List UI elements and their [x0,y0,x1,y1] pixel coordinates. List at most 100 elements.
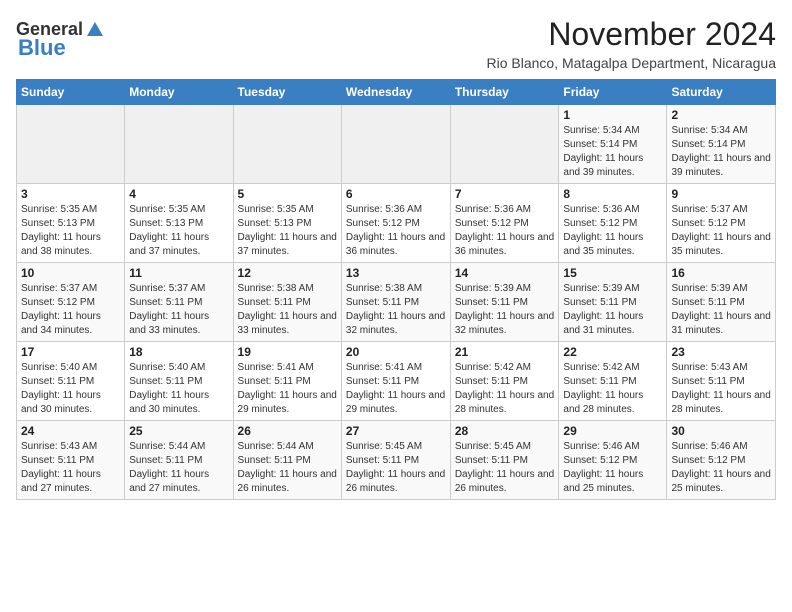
calendar-week-row: 1 Sunrise: 5:34 AM Sunset: 5:14 PM Daylig… [17,105,776,184]
cell-text: Sunrise: 5:39 AM Sunset: 5:11 PM Dayligh… [671,283,770,336]
calendar-cell: 5 Sunrise: 5:35 AM Sunset: 5:13 PM Daylig… [233,184,341,263]
day-number: 28 [455,424,555,438]
cell-text: Sunrise: 5:43 AM Sunset: 5:11 PM Dayligh… [21,441,101,494]
day-number: 11 [129,266,228,280]
day-number: 12 [238,266,337,280]
day-number: 8 [563,187,662,201]
weekday-header-monday: Monday [125,80,233,105]
calendar-cell: 14 Sunrise: 5:39 AM Sunset: 5:11 PM Dayli… [450,263,559,342]
day-number: 9 [671,187,771,201]
cell-text: Sunrise: 5:45 AM Sunset: 5:11 PM Dayligh… [455,441,554,494]
calendar-cell: 22 Sunrise: 5:42 AM Sunset: 5:11 PM Dayli… [559,342,667,421]
cell-text: Sunrise: 5:38 AM Sunset: 5:11 PM Dayligh… [238,283,337,336]
calendar-cell: 28 Sunrise: 5:45 AM Sunset: 5:11 PM Dayli… [450,421,559,500]
day-number: 5 [238,187,337,201]
calendar-week-row: 24 Sunrise: 5:43 AM Sunset: 5:11 PM Dayli… [17,421,776,500]
weekday-header-friday: Friday [559,80,667,105]
calendar-cell: 11 Sunrise: 5:37 AM Sunset: 5:11 PM Dayli… [125,263,233,342]
calendar-cell [17,105,125,184]
cell-text: Sunrise: 5:41 AM Sunset: 5:11 PM Dayligh… [238,362,337,415]
day-number: 3 [21,187,120,201]
title-area: November 2024 Rio Blanco, Matagalpa Depa… [487,16,777,71]
cell-text: Sunrise: 5:43 AM Sunset: 5:11 PM Dayligh… [671,362,770,415]
day-number: 1 [563,108,662,122]
day-number: 30 [671,424,771,438]
calendar-cell: 19 Sunrise: 5:41 AM Sunset: 5:11 PM Dayli… [233,342,341,421]
day-number: 19 [238,345,337,359]
logo: General Blue [16,20,105,60]
calendar-cell [125,105,233,184]
cell-text: Sunrise: 5:44 AM Sunset: 5:11 PM Dayligh… [238,441,337,494]
day-number: 15 [563,266,662,280]
calendar-table: SundayMondayTuesdayWednesdayThursdayFrid… [16,79,776,500]
cell-text: Sunrise: 5:38 AM Sunset: 5:11 PM Dayligh… [346,283,445,336]
weekday-header-saturday: Saturday [667,80,776,105]
location-subtitle: Rio Blanco, Matagalpa Department, Nicara… [487,55,777,71]
cell-text: Sunrise: 5:41 AM Sunset: 5:11 PM Dayligh… [346,362,445,415]
day-number: 2 [671,108,771,122]
day-number: 27 [346,424,446,438]
weekday-header-sunday: Sunday [17,80,125,105]
day-number: 23 [671,345,771,359]
calendar-cell: 7Sunrise: 5:36 AM Sunset: 5:12 PM Daylig… [450,184,559,263]
cell-text: Sunrise: 5:44 AM Sunset: 5:11 PM Dayligh… [129,441,209,494]
calendar-cell [233,105,341,184]
calendar-cell: 29 Sunrise: 5:46 AM Sunset: 5:12 PM Dayli… [559,421,667,500]
calendar-cell: 17 Sunrise: 5:40 AM Sunset: 5:11 PM Dayli… [17,342,125,421]
day-number: 16 [671,266,771,280]
calendar-cell: 10 Sunrise: 5:37 AM Sunset: 5:12 PM Dayli… [17,263,125,342]
day-number: 18 [129,345,228,359]
calendar-cell: 4Sunrise: 5:35 AM Sunset: 5:13 PM Daylig… [125,184,233,263]
day-number: 21 [455,345,555,359]
cell-text: Sunrise: 5:36 AM Sunset: 5:12 PM Dayligh… [563,204,643,257]
calendar-cell: 18Sunrise: 5:40 AM Sunset: 5:11 PM Dayli… [125,342,233,421]
calendar-cell: 2 Sunrise: 5:34 AM Sunset: 5:14 PM Daylig… [667,105,776,184]
calendar-cell [450,105,559,184]
calendar-cell: 26 Sunrise: 5:44 AM Sunset: 5:11 PM Dayli… [233,421,341,500]
calendar-cell: 3 Sunrise: 5:35 AM Sunset: 5:13 PM Daylig… [17,184,125,263]
logo-icon [85,20,105,40]
day-number: 20 [346,345,446,359]
calendar-cell: 23 Sunrise: 5:43 AM Sunset: 5:11 PM Dayli… [667,342,776,421]
calendar-week-row: 3 Sunrise: 5:35 AM Sunset: 5:13 PM Daylig… [17,184,776,263]
day-number: 10 [21,266,120,280]
day-number: 24 [21,424,120,438]
cell-text: Sunrise: 5:37 AM Sunset: 5:12 PM Dayligh… [671,204,770,257]
calendar-cell: 15 Sunrise: 5:39 AM Sunset: 5:11 PM Dayli… [559,263,667,342]
calendar-cell [341,105,450,184]
cell-text: Sunrise: 5:36 AM Sunset: 5:12 PM Dayligh… [346,204,445,257]
cell-text: Sunrise: 5:39 AM Sunset: 5:11 PM Dayligh… [563,283,643,336]
cell-text: Sunrise: 5:37 AM Sunset: 5:11 PM Dayligh… [129,283,209,336]
day-number: 26 [238,424,337,438]
day-number: 22 [563,345,662,359]
calendar-cell: 24 Sunrise: 5:43 AM Sunset: 5:11 PM Dayli… [17,421,125,500]
calendar-cell: 25 Sunrise: 5:44 AM Sunset: 5:11 PM Dayli… [125,421,233,500]
cell-text: Sunrise: 5:42 AM Sunset: 5:11 PM Dayligh… [563,362,643,415]
calendar-cell: 27 Sunrise: 5:45 AM Sunset: 5:11 PM Dayli… [341,421,450,500]
cell-text: Sunrise: 5:37 AM Sunset: 5:12 PM Dayligh… [21,283,101,336]
calendar-cell: 8 Sunrise: 5:36 AM Sunset: 5:12 PM Daylig… [559,184,667,263]
day-number: 4 [129,187,228,201]
cell-text: Sunrise: 5:35 AM Sunset: 5:13 PM Dayligh… [238,204,337,257]
cell-text: Sunrise: 5:39 AM Sunset: 5:11 PM Dayligh… [455,283,554,336]
calendar-cell: 12 Sunrise: 5:38 AM Sunset: 5:11 PM Dayli… [233,263,341,342]
day-number: 17 [21,345,120,359]
day-number: 25 [129,424,228,438]
weekday-header-row: SundayMondayTuesdayWednesdayThursdayFrid… [17,80,776,105]
weekday-header-thursday: Thursday [450,80,559,105]
cell-text: Sunrise: 5:46 AM Sunset: 5:12 PM Dayligh… [563,441,643,494]
weekday-header-tuesday: Tuesday [233,80,341,105]
cell-text: Sunrise: 5:40 AM Sunset: 5:11 PM Dayligh… [21,362,101,415]
calendar-cell: 6Sunrise: 5:36 AM Sunset: 5:12 PM Daylig… [341,184,450,263]
cell-text: Sunrise: 5:34 AM Sunset: 5:14 PM Dayligh… [563,125,643,178]
cell-text: Sunrise: 5:35 AM Sunset: 5:13 PM Dayligh… [21,204,101,257]
page-header: General Blue November 2024 Rio Blanco, M… [16,16,776,71]
day-number: 13 [346,266,446,280]
day-number: 14 [455,266,555,280]
calendar-cell: 30Sunrise: 5:46 AM Sunset: 5:12 PM Dayli… [667,421,776,500]
cell-text: Sunrise: 5:45 AM Sunset: 5:11 PM Dayligh… [346,441,445,494]
cell-text: Sunrise: 5:34 AM Sunset: 5:14 PM Dayligh… [671,125,770,178]
calendar-cell: 21Sunrise: 5:42 AM Sunset: 5:11 PM Dayli… [450,342,559,421]
day-number: 29 [563,424,662,438]
day-number: 7 [455,187,555,201]
